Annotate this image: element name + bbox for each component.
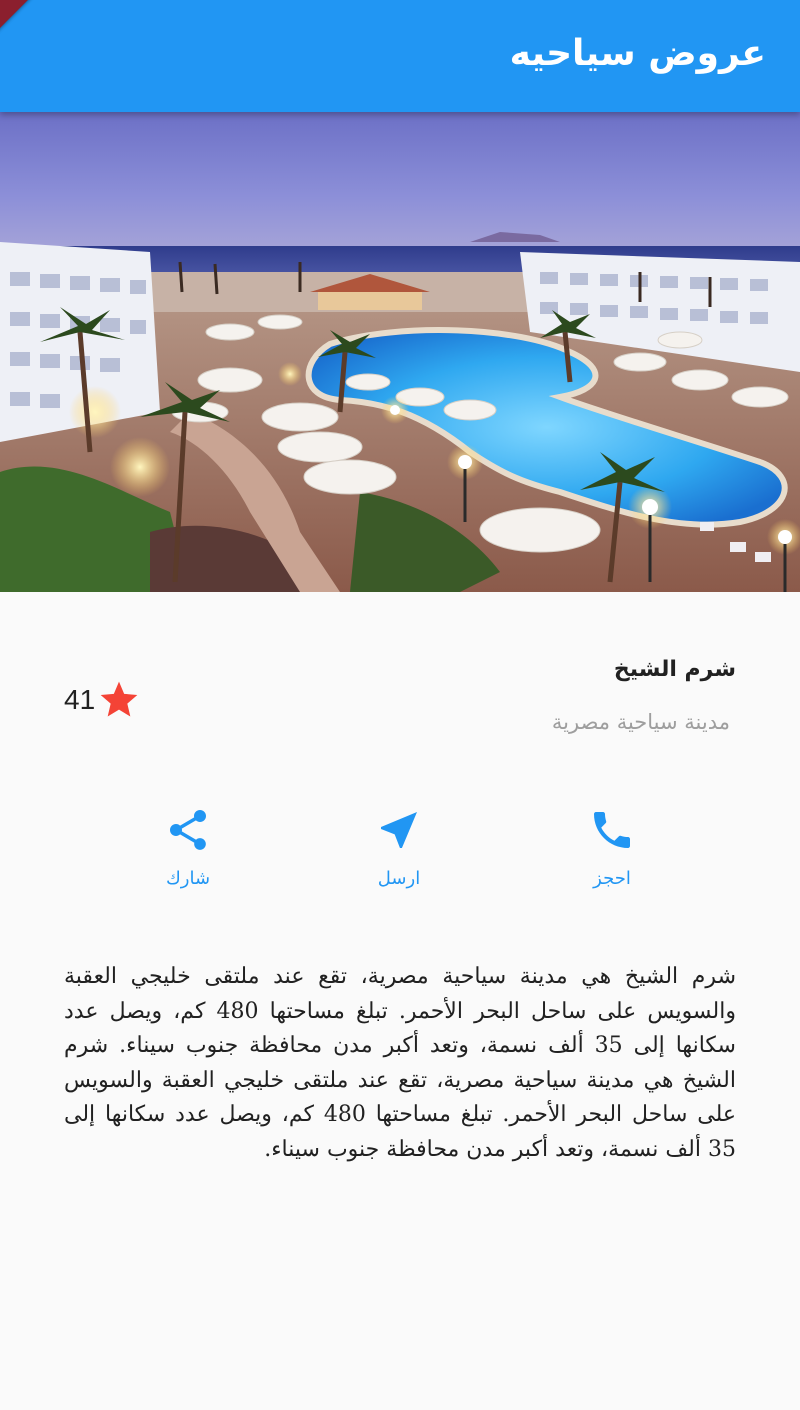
star-icon[interactable] bbox=[97, 678, 141, 722]
share-icon bbox=[170, 810, 206, 850]
share-button[interactable]: شارك bbox=[128, 806, 248, 889]
book-button[interactable]: احجز bbox=[552, 806, 672, 889]
send-button[interactable]: ارسل bbox=[339, 806, 459, 889]
share-label: شارك bbox=[165, 868, 211, 889]
phone-icon bbox=[594, 812, 630, 848]
app-bar-title: عروض سياحيه bbox=[509, 33, 766, 74]
hero-image bbox=[0, 112, 800, 592]
place-title: شرم الشيخ bbox=[613, 657, 736, 682]
description: شرم الشيخ هي مدينة سياحية مصرية، تقع عند… bbox=[64, 964, 736, 1162]
app-screen: عروض سياحيه DEBUG bbox=[0, 0, 800, 1410]
place-subtitle: مدينة سياحية مصرية bbox=[551, 710, 730, 734]
navigation-icon bbox=[381, 812, 417, 848]
send-label: ارسل bbox=[377, 868, 421, 889]
resort-photo bbox=[0, 112, 800, 592]
rating-count: 41 bbox=[64, 684, 96, 715]
action-row: احجز ارسل شارك bbox=[0, 806, 800, 906]
rating[interactable]: 41 bbox=[64, 680, 141, 720]
book-label: احجز bbox=[593, 868, 631, 889]
app-bar: عروض سياحيه bbox=[0, 0, 800, 112]
